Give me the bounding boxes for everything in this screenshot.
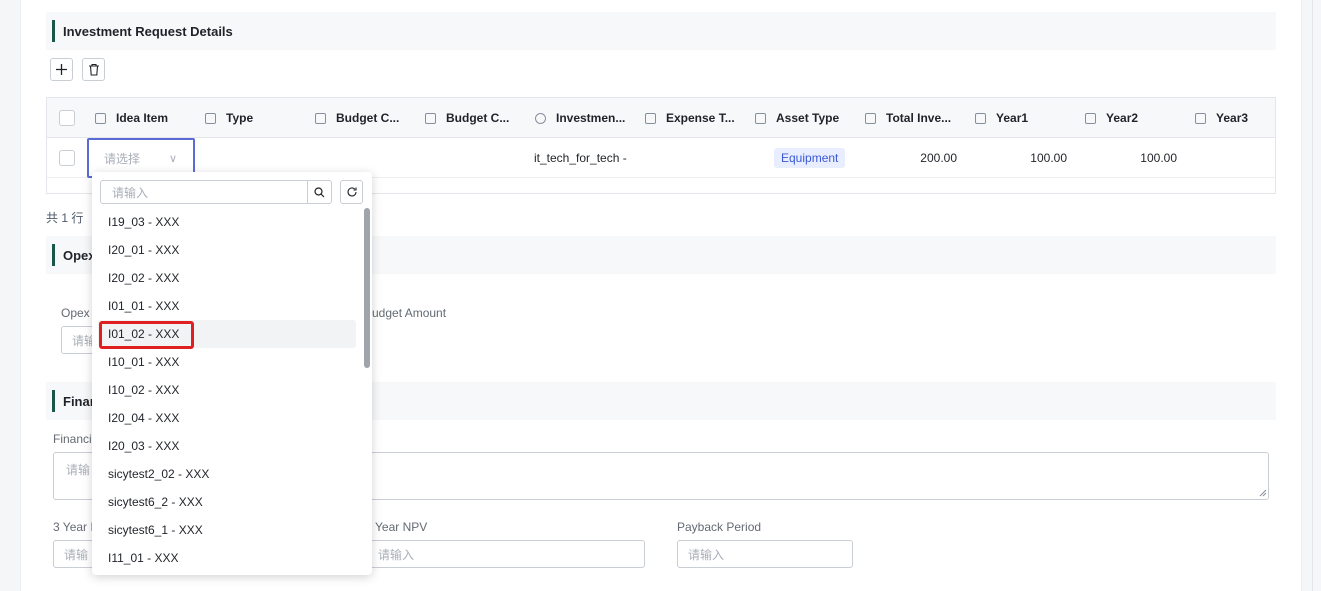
column-label: Budget C... bbox=[446, 111, 510, 125]
dropdown-option[interactable]: I11_01 - XXX bbox=[98, 544, 356, 572]
dropdown-option[interactable]: sicytest6_1 - XXX bbox=[98, 516, 356, 544]
column-header-type[interactable]: Type bbox=[205, 98, 305, 138]
column-header-total-investment[interactable]: Total Inve... bbox=[865, 98, 965, 138]
column-label: Year1 bbox=[996, 111, 1029, 125]
column-header-budget-c-1[interactable]: Budget C... bbox=[315, 98, 415, 138]
highlight-annotation-box bbox=[99, 321, 194, 349]
column-header-year3[interactable]: Year3 bbox=[1195, 98, 1273, 138]
dropdown-search[interactable]: 请输入 bbox=[100, 180, 332, 204]
textarea-placeholder: 请输 bbox=[66, 463, 91, 477]
npv-label: Year NPV bbox=[375, 520, 428, 534]
select-field-icon bbox=[755, 112, 766, 124]
dropdown-option[interactable]: sicytest2_02 - XXX bbox=[98, 460, 356, 488]
refresh-icon bbox=[346, 187, 357, 197]
select-field-icon bbox=[95, 112, 106, 124]
year1-cell[interactable]: 100.00 bbox=[975, 138, 1067, 178]
select-all-checkbox[interactable] bbox=[59, 110, 75, 126]
column-header-idea-item[interactable]: Idea Item bbox=[95, 98, 195, 138]
investment-section-header: Investment Request Details bbox=[46, 12, 1276, 50]
column-label: Budget C... bbox=[336, 111, 400, 125]
resize-handle-icon[interactable] bbox=[1259, 489, 1267, 497]
number-field-icon bbox=[975, 112, 986, 124]
section-title: Opex bbox=[63, 247, 96, 263]
number-field-icon bbox=[1085, 112, 1096, 124]
column-header-year1[interactable]: Year1 bbox=[975, 98, 1075, 138]
investment-cell[interactable]: it_tech_for_tech - bbox=[534, 138, 627, 178]
scrollbar-track[interactable] bbox=[1312, 0, 1321, 591]
dropdown-scrollbar-thumb[interactable] bbox=[364, 208, 370, 368]
input-placeholder: 请输入 bbox=[688, 547, 725, 562]
search-button[interactable] bbox=[307, 181, 331, 203]
select-field-icon bbox=[645, 112, 656, 124]
refresh-button[interactable] bbox=[340, 180, 363, 204]
section-title: Investment Request Details bbox=[63, 23, 233, 39]
column-header-year2[interactable]: Year2 bbox=[1085, 98, 1185, 138]
radio-field-icon bbox=[535, 112, 546, 124]
year2-cell[interactable]: 100.00 bbox=[1085, 138, 1177, 178]
column-header-budget-c-2[interactable]: Budget C... bbox=[425, 98, 525, 138]
dropdown-option[interactable]: I19_03 - XXX bbox=[98, 208, 356, 236]
row-count: 共 1 行 bbox=[46, 211, 84, 225]
column-label: Total Inve... bbox=[886, 111, 952, 125]
column-label: Expense T... bbox=[666, 111, 735, 125]
input-placeholder: 请输 bbox=[64, 547, 89, 562]
budget-amount-label: udget Amount bbox=[372, 306, 447, 320]
text-field-icon bbox=[425, 112, 436, 124]
chevron-down-icon: ∨ bbox=[168, 153, 177, 165]
row-checkbox[interactable] bbox=[59, 150, 75, 166]
financial-field-label: Financi bbox=[53, 432, 92, 446]
payback-period-label: Payback Period bbox=[677, 520, 762, 534]
dropdown-option[interactable]: I20_04 - XXX bbox=[98, 404, 356, 432]
column-label: Year3 bbox=[1216, 111, 1249, 125]
dropdown-option[interactable]: sicytest6_2 - XXX bbox=[98, 488, 356, 516]
section-accent-bar bbox=[52, 390, 55, 412]
select-field-icon bbox=[315, 112, 326, 124]
column-header-expense-type[interactable]: Expense T... bbox=[645, 98, 745, 138]
number-field-icon bbox=[865, 112, 876, 124]
number-field-icon bbox=[1195, 112, 1206, 124]
dropdown-search-input[interactable]: 请输入 bbox=[101, 184, 307, 201]
opex-field-label: Opex bbox=[61, 306, 90, 320]
column-label: Idea Item bbox=[116, 111, 169, 125]
add-row-button[interactable] bbox=[50, 58, 73, 81]
column-label: Year2 bbox=[1106, 111, 1139, 125]
select-placeholder: 请选择 bbox=[104, 151, 141, 166]
delete-row-button[interactable] bbox=[82, 58, 105, 81]
column-header-asset-type[interactable]: Asset Type bbox=[755, 98, 855, 138]
asset-type-cell[interactable]: Equipment bbox=[774, 138, 846, 178]
dropdown-list: I19_03 - XXX I20_01 - XXX I20_02 - XXX I… bbox=[98, 208, 356, 575]
idea-item-dropdown: 请输入 I19_03 - XXX I20_01 - XXX I20_02 - X… bbox=[92, 172, 372, 575]
trash-icon bbox=[88, 63, 99, 76]
column-label: Investmen... bbox=[556, 111, 626, 125]
dropdown-option[interactable]: I10_02 - XXX bbox=[98, 376, 356, 404]
section-accent-bar bbox=[52, 244, 55, 266]
column-label: Type bbox=[226, 111, 254, 125]
dropdown-option[interactable]: I20_03 - XXX bbox=[98, 432, 356, 460]
select-field-icon bbox=[205, 112, 216, 124]
input-placeholder: 请输入 bbox=[378, 547, 415, 562]
dropdown-option[interactable]: I10_01 - XXX bbox=[98, 348, 356, 376]
dropdown-option[interactable]: I01_01 - XXX bbox=[98, 292, 356, 320]
payback-period-input[interactable]: 请输入 bbox=[677, 540, 853, 568]
total-investment-cell[interactable]: 200.00 bbox=[865, 138, 957, 178]
column-label: Asset Type bbox=[776, 111, 840, 125]
three-year-label: 3 Year I bbox=[53, 520, 94, 534]
plus-icon bbox=[56, 64, 67, 75]
asset-type-tag: Equipment bbox=[774, 148, 846, 168]
column-header-investment[interactable]: Investmen... bbox=[535, 98, 635, 138]
grid-header: Idea Item Type Budget C... Budget C... I… bbox=[47, 98, 1275, 138]
npv-input[interactable]: 请输入 bbox=[367, 540, 645, 568]
search-icon bbox=[314, 186, 325, 197]
dropdown-option[interactable]: I20_01 - XXX bbox=[98, 236, 356, 264]
section-accent-bar bbox=[52, 20, 55, 42]
dropdown-option[interactable]: I20_02 - XXX bbox=[98, 264, 356, 292]
